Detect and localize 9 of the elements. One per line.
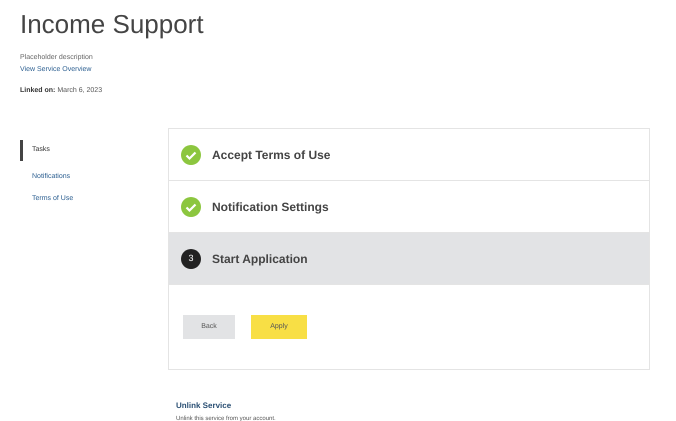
check-icon [181, 144, 201, 164]
step-number: 3 [181, 248, 201, 268]
step-title: Notification Settings [212, 198, 329, 216]
page-title: Income Support [20, 8, 205, 40]
step-row[interactable]: 3 Start Application [169, 233, 649, 285]
step-title: Start Application [212, 250, 308, 268]
step-title: Accept Terms of Use [212, 146, 330, 164]
unlink-link[interactable]: Unlink Service [176, 400, 670, 412]
check-icon [181, 196, 201, 216]
